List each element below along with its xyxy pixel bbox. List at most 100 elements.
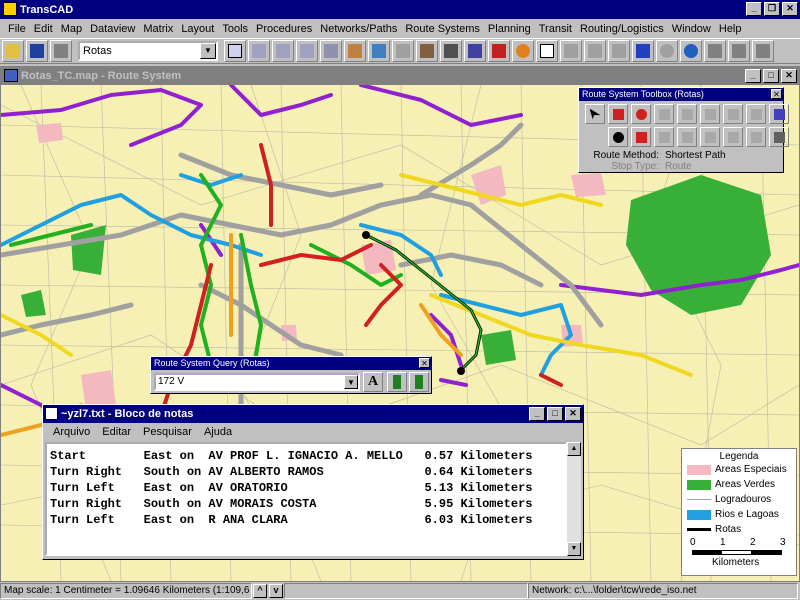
menu-edit[interactable]: Edit [30,23,57,35]
tool-button-4[interactable] [296,40,318,62]
restore-button[interactable]: ❐ [764,2,780,16]
menu-routing-logistics[interactable]: Routing/Logistics [576,23,668,35]
add-stop-tool[interactable] [608,127,628,147]
layer-combo[interactable]: Rotas ▼ [78,41,218,61]
scale-up-button[interactable]: ^ [253,584,267,598]
chevron-down-icon[interactable]: ▼ [200,43,216,59]
notepad-menu-ajuda[interactable]: Ajuda [198,426,238,438]
bus-icon [393,375,401,389]
notepad-title: ~yzl7.txt - Bloco de notas [61,408,194,420]
route-tool-7[interactable] [723,104,743,124]
tool-button-16[interactable] [584,40,606,62]
route-tool-6[interactable] [700,104,720,124]
label-a-button[interactable]: A [363,372,383,392]
map-minimize-button[interactable]: _ [745,69,761,83]
notepad-text-area[interactable]: Start East on AV PROF L. IGNACIO A. MELL… [45,442,567,556]
route-query-combo[interactable]: 172 V ▼ [154,373,360,391]
menu-networks-paths[interactable]: Networks/Paths [316,23,401,35]
route-toolbox-close-button[interactable]: ✕ [771,89,782,99]
menu-file[interactable]: File [4,23,30,35]
scale-down-button[interactable]: v [269,584,283,598]
menu-tools[interactable]: Tools [218,23,252,35]
tool-button-11[interactable] [464,40,486,62]
notepad-menu-pesquisar[interactable]: Pesquisar [137,426,198,438]
route-tool-9[interactable] [769,104,789,124]
menu-layout[interactable]: Layout [177,23,218,35]
tool-button-2[interactable] [248,40,270,62]
tool-button-6[interactable] [344,40,366,62]
tool-button-10[interactable] [440,40,462,62]
notepad-menu-editar[interactable]: Editar [96,426,137,438]
tool-button-5[interactable] [320,40,342,62]
tool-button-3[interactable] [272,40,294,62]
pointer-tool[interactable] [585,104,605,124]
map-maximize-button[interactable]: □ [763,69,779,83]
route-add-icon [612,108,624,120]
map-close-button[interactable]: ✕ [781,69,797,83]
tool-button-13[interactable] [512,40,534,62]
query-prev-button[interactable] [387,372,407,392]
scroll-down-icon[interactable]: ▼ [567,542,581,556]
save-button[interactable] [26,40,48,62]
list-icon [773,131,785,143]
scroll-up-icon[interactable]: ▲ [567,442,581,456]
add-route-tool[interactable] [608,104,628,124]
menu-help[interactable]: Help [715,23,746,35]
route-tool-8[interactable] [746,104,766,124]
tool-button-15[interactable] [560,40,582,62]
route-tool-17[interactable] [746,127,766,147]
route-tool-14[interactable] [677,127,697,147]
menu-procedures[interactable]: Procedures [252,23,316,35]
stop-add-icon [612,131,624,143]
reroute-tool[interactable] [631,104,651,124]
menu-window[interactable]: Window [668,23,715,35]
notepad-minimize-button[interactable]: _ [529,407,545,421]
tool-button-19[interactable] [656,40,678,62]
menu-transit[interactable]: Transit [535,23,576,35]
route-tool-15[interactable] [700,127,720,147]
route-tool-12[interactable] [631,127,651,147]
legend-title: Legenda [719,451,759,462]
transcad-app-icon[interactable] [3,2,17,16]
menu-dataview[interactable]: Dataview [86,23,139,35]
legend-label: Areas Verdes [715,479,776,490]
main-toolbar: Rotas ▼ [0,38,800,64]
matrix-icon [444,44,458,58]
tool-button-8[interactable] [392,40,414,62]
notepad-vertical-scrollbar[interactable]: ▲ ▼ [567,442,581,556]
menu-matrix[interactable]: Matrix [139,23,177,35]
menu-map[interactable]: Map [57,23,86,35]
route-tool-18[interactable] [769,127,789,147]
dataview-button[interactable] [224,40,246,62]
route-tool-5[interactable] [677,104,697,124]
tool-button-7[interactable] [368,40,390,62]
table-icon [228,44,242,58]
notepad-menu-arquivo[interactable]: Arquivo [47,426,96,438]
minimize-button[interactable]: _ [746,2,762,16]
directions-line: Turn Right South on AV MORAIS COSTA 5.95… [50,497,533,511]
tool-button-14[interactable] [536,40,558,62]
route-tool-13[interactable] [654,127,674,147]
notepad-close-button[interactable]: ✕ [565,407,581,421]
print-button[interactable] [50,40,72,62]
chevron-down-icon[interactable]: ▼ [344,375,358,389]
notepad-maximize-button[interactable]: □ [547,407,563,421]
menu-route-systems[interactable]: Route Systems [401,23,484,35]
select-tool[interactable] [654,104,674,124]
close-button[interactable]: ✕ [782,2,798,16]
network-status: Network: c:\...\folder\tcw\rede_iso.net [528,583,798,599]
tool-button-21[interactable] [704,40,726,62]
tool-button-20[interactable] [680,40,702,62]
tool-button-22[interactable] [728,40,750,62]
tool-button-12[interactable] [488,40,510,62]
menu-planning[interactable]: Planning [484,23,535,35]
open-button[interactable] [2,40,24,62]
tool-button-18[interactable] [632,40,654,62]
query-next-button[interactable] [409,372,429,392]
tool-button-23[interactable] [752,40,774,62]
route-tool-16[interactable] [723,127,743,147]
route-query-close-button[interactable]: ✕ [419,358,430,368]
route-method-value[interactable]: Shortest Path [665,150,726,161]
tool-button-9[interactable] [416,40,438,62]
tool-button-17[interactable] [608,40,630,62]
